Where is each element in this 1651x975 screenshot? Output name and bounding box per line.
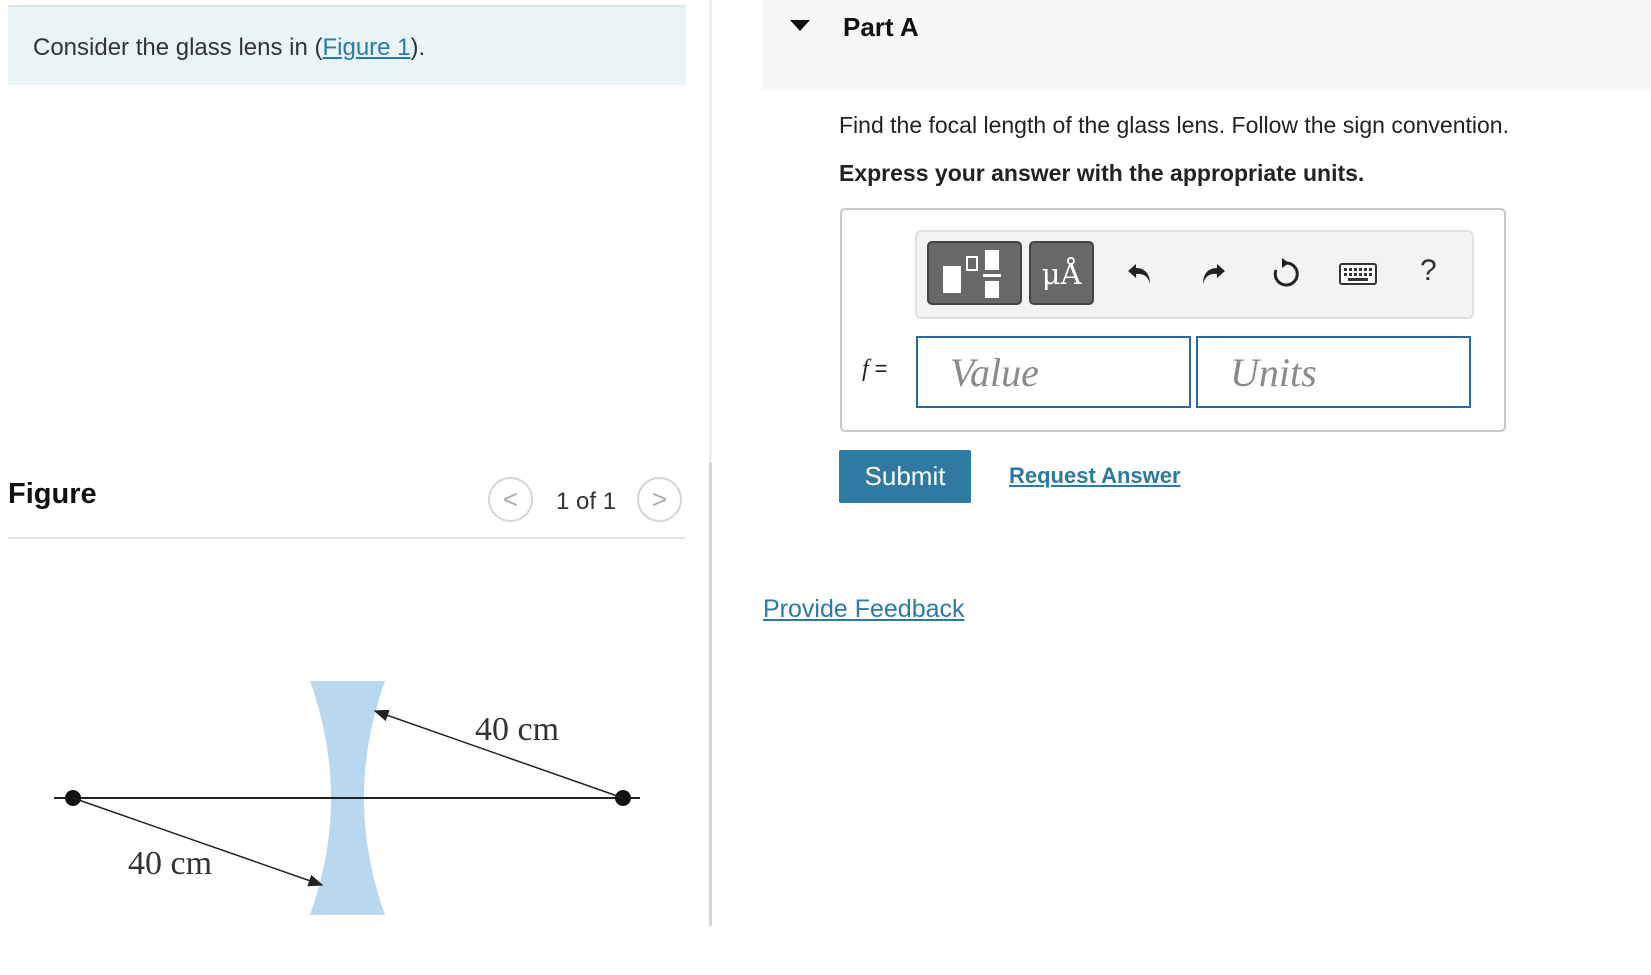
templates-icon	[943, 250, 1001, 298]
reset-button[interactable]	[1266, 252, 1306, 296]
figure-title: Figure	[8, 478, 97, 510]
help-button[interactable]: ?	[1420, 254, 1437, 288]
help-icon: ?	[1420, 254, 1437, 287]
equals-sign: =	[874, 356, 888, 381]
lens-diagram: 40 cm 40 cm	[54, 681, 640, 915]
intro-prefix: Consider the glass lens in (	[33, 34, 323, 61]
column-divider-bottom	[709, 463, 712, 926]
variable-symbol: f	[862, 356, 869, 382]
keyboard-icon	[1339, 263, 1377, 285]
previous-figure-button[interactable]: <	[488, 477, 533, 522]
reset-icon	[1273, 258, 1299, 287]
redo-icon	[1203, 264, 1225, 284]
undo-icon	[1128, 264, 1150, 284]
figure-count: 1 of 1	[556, 488, 617, 515]
chevron-left-icon: <	[502, 484, 519, 514]
submit-button[interactable]: Submit	[839, 450, 971, 503]
intro-text: Consider the glass lens in (Figure 1).	[33, 34, 425, 62]
keyboard-button[interactable]	[1338, 252, 1378, 296]
next-figure-button[interactable]: >	[637, 477, 682, 522]
figure-link[interactable]: Figure 1	[322, 34, 410, 61]
undo-button[interactable]	[1120, 252, 1160, 296]
figure-divider	[8, 537, 685, 539]
chevron-right-icon: >	[651, 484, 668, 514]
part-title: Part A	[843, 12, 919, 42]
request-answer-link[interactable]: Request Answer	[1009, 463, 1181, 489]
intro-suffix: ).	[410, 34, 426, 61]
units-icon: μÅ	[1041, 257, 1082, 291]
value-input[interactable]	[916, 336, 1191, 408]
units-input[interactable]	[1196, 336, 1471, 408]
upper-distance-label: 40 cm	[475, 711, 559, 748]
answer-variable-label: f =	[862, 356, 888, 383]
instruction-text: Express your answer with the appropriate…	[839, 160, 1365, 186]
intro-panel: Consider the glass lens in (Figure 1).	[8, 5, 686, 85]
question-text: Find the focal length of the glass lens.…	[839, 112, 1509, 138]
lower-distance-label: 40 cm	[128, 845, 212, 882]
redo-button[interactable]	[1193, 252, 1233, 296]
units-button[interactable]: μÅ	[1029, 241, 1094, 305]
provide-feedback-link[interactable]: Provide Feedback	[763, 595, 965, 624]
collapse-caret-icon[interactable]	[790, 20, 810, 31]
column-divider-top	[709, 0, 712, 463]
templates-button[interactable]	[927, 241, 1022, 305]
